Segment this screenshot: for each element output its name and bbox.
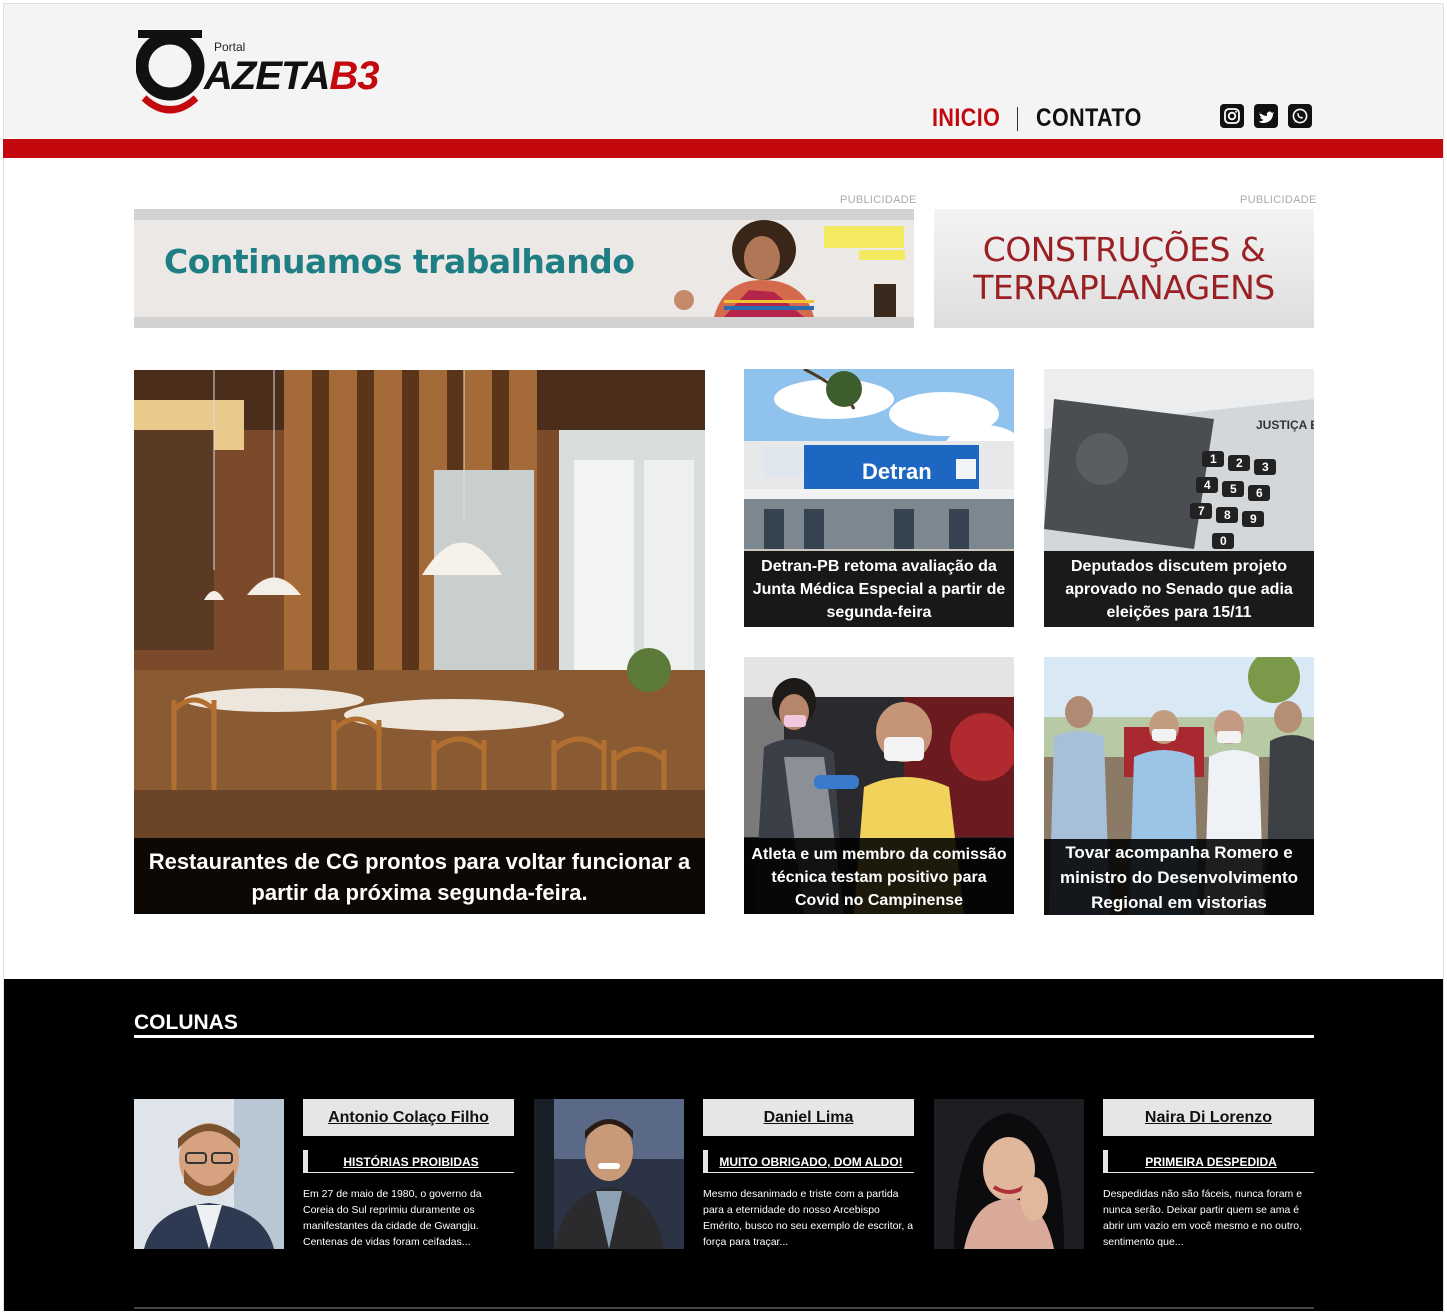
ad-person-illustration: [674, 220, 905, 317]
featured-news-title: Restaurantes de CG prontos para voltar f…: [134, 838, 705, 914]
news-card-title: Atleta e um membro da comissão técnica t…: [744, 838, 1014, 914]
ad-banner-body: Continuamos trabalhando: [134, 220, 914, 317]
author-name[interactable]: Naira Di Lorenzo: [1103, 1099, 1314, 1136]
author-photo[interactable]: [934, 1099, 1084, 1249]
column-title[interactable]: PRIMEIRA DESPEDIDA: [1103, 1150, 1314, 1173]
detran-sign-text: Detran: [862, 459, 932, 484]
restaurant-photo: [134, 370, 705, 914]
key-3: 3: [1262, 460, 1269, 474]
news-card-title: Detran-PB retoma avaliação da Junta Médi…: [744, 551, 1014, 627]
column-excerpt: Mesmo desanimado e triste com a partida …: [703, 1188, 914, 1248]
logo-portal-text: Portal: [214, 40, 246, 54]
key-1: 1: [1210, 452, 1217, 466]
author-photo[interactable]: [134, 1099, 284, 1249]
whatsapp-icon[interactable]: [1288, 104, 1312, 128]
column-title[interactable]: MUITO OBRIGADO, DOM ALDO!: [703, 1150, 914, 1173]
news-card-deputados[interactable]: JUSTIÇA ELEITORAL 1 2 3 4 5 6 7 8 9 0 De…: [1044, 369, 1314, 627]
news-card-tovar[interactable]: Tovar acompanha Romero e ministro do Des…: [1044, 657, 1314, 915]
ad-banner-left[interactable]: Continuamos trabalhando: [134, 209, 914, 328]
main-nav: INICIO CONTATO: [932, 104, 1159, 133]
key-4: 4: [1204, 478, 1211, 492]
ad-label: PUBLICIDADE: [1240, 194, 1317, 206]
nav-item-contato[interactable]: CONTATO: [1036, 104, 1142, 133]
column-title[interactable]: HISTÓRIAS PROIBIDAS: [303, 1150, 514, 1173]
ad-right-line-1: CONSTRUÇÕES &: [982, 230, 1266, 269]
key-5: 5: [1230, 482, 1237, 496]
key-9: 9: [1250, 512, 1257, 526]
ad-banner-right[interactable]: CONSTRUÇÕES & TERRAPLANAGENS: [934, 209, 1314, 328]
urna-label-text: JUSTIÇA ELEITORAL: [1256, 418, 1314, 432]
instagram-icon[interactable]: [1220, 104, 1244, 128]
colunas-bottom-divider: [134, 1307, 1314, 1309]
ad-label: PUBLICIDADE: [840, 194, 917, 206]
key-7: 7: [1198, 504, 1205, 518]
news-card-detran[interactable]: Detran Detran-PB retoma avaliação da Jun…: [744, 369, 1014, 627]
key-2: 2: [1236, 456, 1243, 470]
key-0: 0: [1220, 534, 1227, 548]
logo-accent-text: B3: [329, 54, 379, 98]
news-card-title: Deputados discutem projeto aprovado no S…: [1044, 551, 1314, 627]
author-photo[interactable]: [534, 1099, 684, 1249]
news-card-campinense[interactable]: Atleta e um membro da comissão técnica t…: [744, 657, 1014, 914]
colunas-divider: [134, 1035, 1314, 1038]
twitter-icon[interactable]: [1254, 104, 1278, 128]
key-8: 8: [1224, 508, 1231, 522]
logo-wordmark: AZETAB3: [204, 54, 380, 99]
key-6: 6: [1256, 486, 1263, 500]
author-name[interactable]: Antonio Colaço Filho: [303, 1099, 514, 1136]
ad-banner-text: Continuamos trabalhando: [164, 242, 635, 281]
social-links: [1220, 104, 1312, 128]
nav-item-inicio[interactable]: INICIO: [932, 104, 1000, 133]
colunas-title: COLUNAS: [134, 1011, 238, 1034]
featured-news-card[interactable]: Restaurantes de CG prontos para voltar f…: [134, 370, 705, 914]
author-name[interactable]: Daniel Lima: [703, 1099, 914, 1136]
logo-main-text: AZETA: [204, 54, 330, 98]
ad-banner-right-text: CONSTRUÇÕES & TERRAPLANAGENS: [934, 231, 1314, 307]
nav-divider: [1017, 106, 1019, 131]
site-logo[interactable]: Portal AZETAB3: [135, 28, 408, 120]
news-card-title: Tovar acompanha Romero e ministro do Des…: [1044, 839, 1314, 915]
column-excerpt: Em 27 de maio de 1980, o governo da Core…: [303, 1188, 482, 1248]
ad-right-line-2: TERRAPLANAGENS: [973, 268, 1275, 307]
header-accent-bar: [3, 139, 1443, 158]
colunas-section: COLUNAS Antonio Colaço Filho HISTÓRIAS P…: [4, 979, 1443, 1311]
column-excerpt: Despedidas não são fáceis, nunca foram e…: [1103, 1188, 1303, 1248]
